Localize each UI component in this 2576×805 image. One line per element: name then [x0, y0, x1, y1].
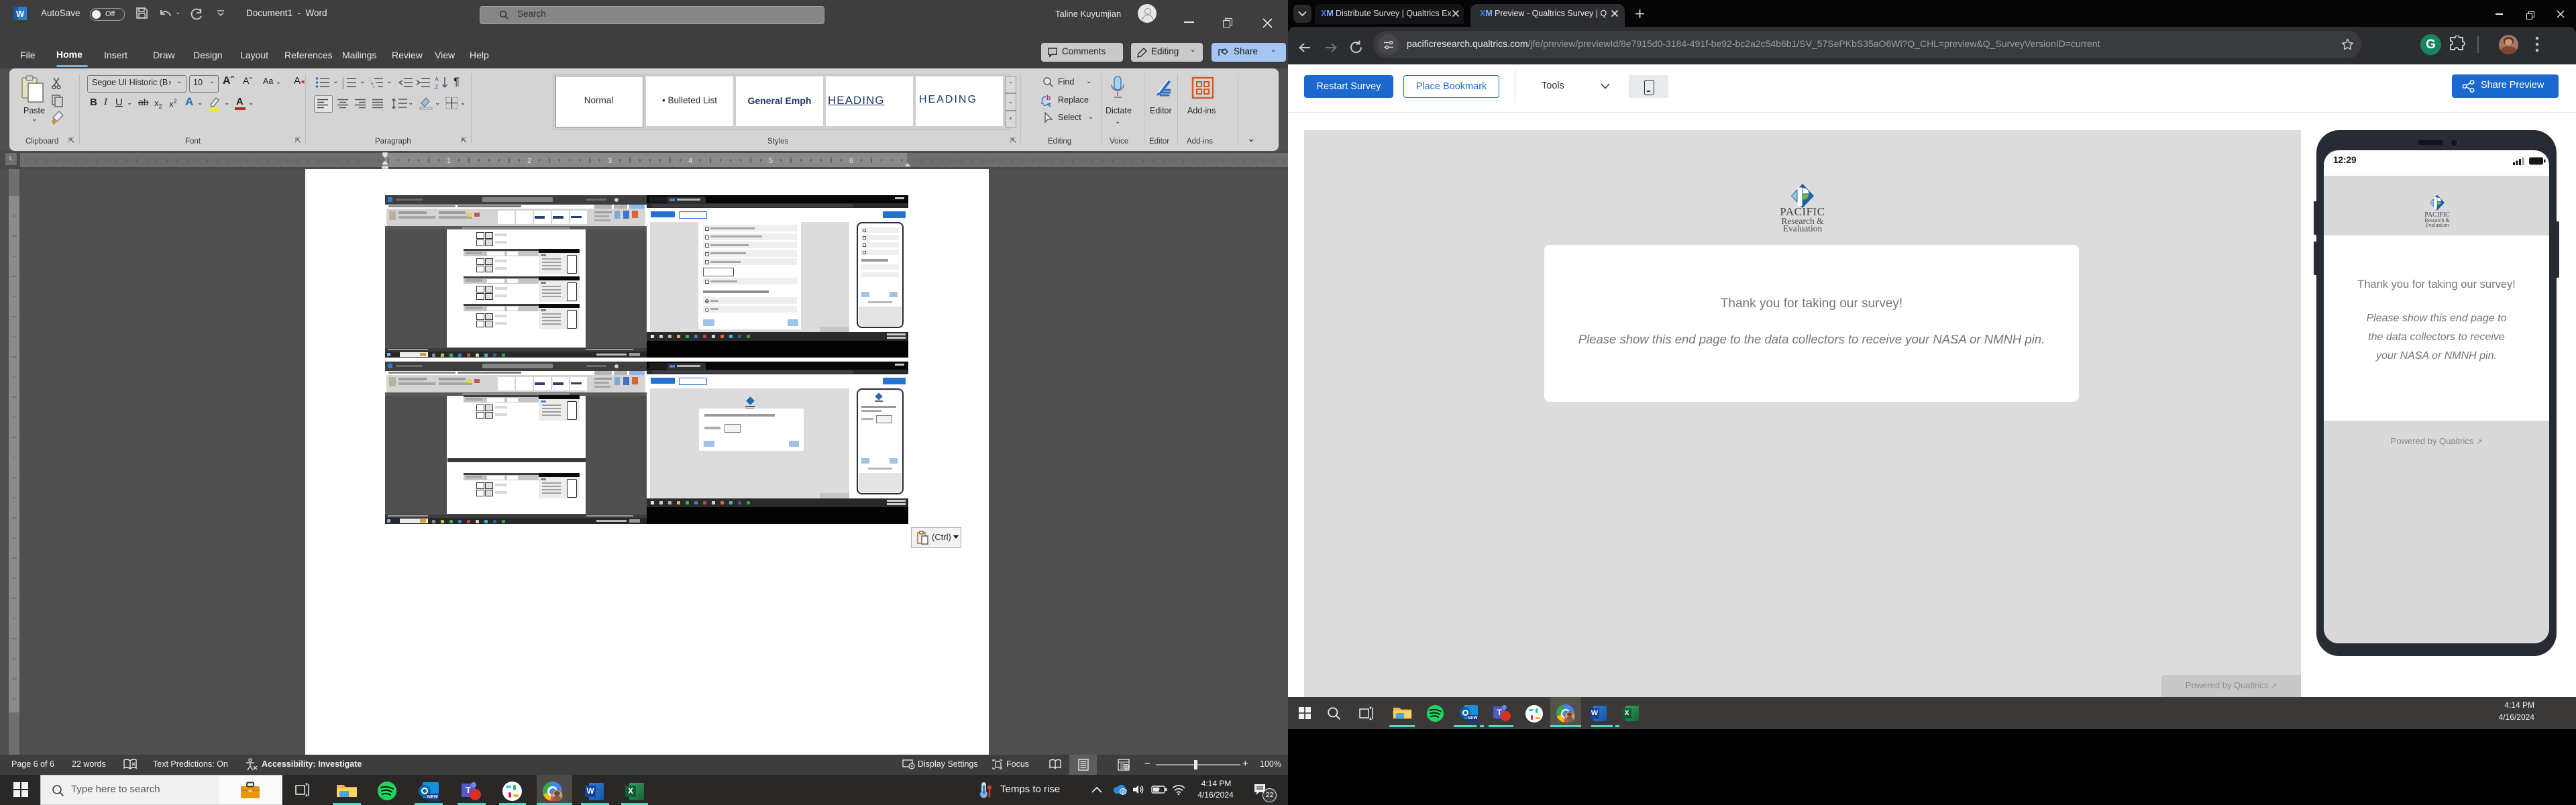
- svg-text:2: 2: [527, 157, 531, 165]
- svg-text:4: 4: [688, 157, 692, 165]
- svg-text:Z: Z: [435, 84, 439, 90]
- svg-text:1: 1: [447, 157, 451, 165]
- svg-text:i: i: [373, 86, 374, 89]
- svg-text:W: W: [16, 9, 25, 19]
- svg-text:3: 3: [342, 86, 345, 89]
- svg-text:3: 3: [608, 157, 612, 165]
- svg-text:6: 6: [849, 157, 853, 165]
- svg-text:A: A: [435, 76, 439, 83]
- svg-text:5: 5: [769, 157, 773, 165]
